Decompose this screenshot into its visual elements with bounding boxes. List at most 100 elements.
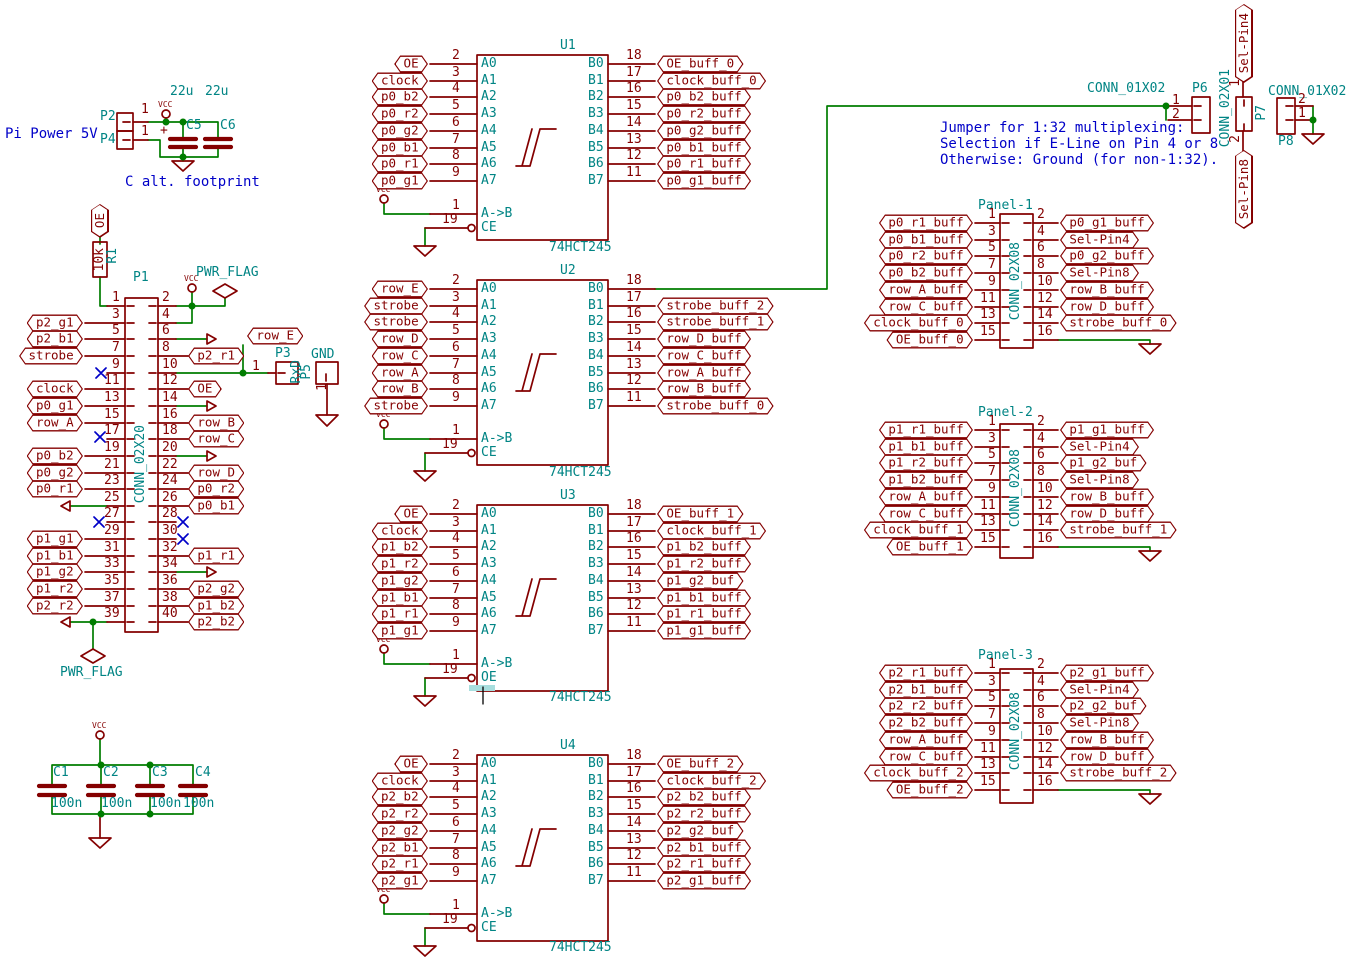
pin-name: B0 [588,282,604,295]
global-label: p1_g2_buf [1060,455,1147,472]
global-label-text: p1_r2 [373,557,427,571]
global-label: p2_b1_buff [657,840,751,857]
pin-number: 17 [626,66,642,79]
pin-number: 31 [104,541,120,554]
pin-number: 17 [626,766,642,779]
cap-ref: C3 [152,766,168,779]
global-label: row_C_buff [879,506,973,523]
cap-ref: C2 [103,766,119,779]
pin-name: A6 [481,857,497,870]
global-label: p1_r1_buff [657,606,751,623]
global-label: p1_g2 [372,573,428,590]
global-label-text: p0_r1_buff [658,157,749,171]
global-label-text: row_B [373,382,427,396]
pin-number: 11 [626,166,642,179]
pin-number: 14 [1037,758,1053,771]
ic-ref: U4 [560,739,576,752]
global-label-text: Sel-Pin4 [1061,233,1137,247]
connector-value: CONN_02X08 [1009,242,1022,320]
pin-number: 3 [452,766,460,779]
schematic-canvas[interactable]: Pi Power 5V C alt. footprint Jumper for … [0,0,1354,969]
pin-number: 15 [980,532,996,545]
global-label: strobe_buff_1 [1060,522,1177,539]
global-label: Sel-Pin4 [1060,682,1139,699]
connector-value: CONN_01X02 [1087,82,1165,95]
global-label-text: p0_r1 [28,482,82,496]
global-label: p2_r2_buff [657,806,751,823]
global-label: p2_g1 [372,873,428,890]
pin-number: 11 [626,391,642,404]
global-label-text: p0_g1 [28,399,82,413]
pin-number: 5 [452,799,460,812]
global-label-text: row_D_buff [1061,300,1152,314]
pin-number: 1 [988,658,996,671]
pin-number: 8 [452,374,460,387]
global-label: strobe [364,298,428,315]
global-label-text: row_C_buff [880,507,971,521]
pin-number: 15 [104,408,120,421]
pin-name: B6 [588,157,604,170]
global-label-text: OE [396,507,427,521]
global-label-text: clock [373,74,427,88]
global-label: p1_b2_buff [879,472,973,489]
global-label: p2_b2 [188,614,244,631]
pin-name: B2 [588,540,604,553]
pin-number: 32 [162,541,178,554]
pin-number: 7 [452,583,460,596]
pin-number: 24 [162,474,178,487]
pin-number: 12 [626,374,642,387]
cap-value: 100n [183,797,214,810]
connector-ref: P2 [100,110,116,123]
pin-name: A5 [481,366,497,379]
pin-number: 9 [452,866,460,879]
global-label: p2_r1_buff [879,665,973,682]
global-label-text: p2_g2_buf [1061,699,1145,713]
pin-number: 3 [452,516,460,529]
global-label-text: p2_r2_buff [880,699,971,713]
global-label: p0_b1_buff [657,140,751,157]
connector-ref: P4 [100,133,116,146]
global-label: row_D_buff [1060,506,1154,523]
global-label-text: p1_r1 [373,607,427,621]
global-label-text: strobe [365,299,426,313]
pin-name: B2 [588,90,604,103]
global-label-text: p1_r2_buff [658,557,749,571]
pin-number: 14 [1037,515,1053,528]
pin-number: 1 [452,899,460,912]
pin-number: 9 [452,391,460,404]
global-label-text: p2_r2 [28,599,82,613]
global-label: strobe_buff_2 [1060,765,1177,782]
global-label-text: p2_b2 [373,790,427,804]
global-label: row_A_buff [657,365,751,382]
global-label: p0_g2 [372,123,428,140]
global-label: p1_g1_buff [1060,422,1154,439]
global-label: p1_g1 [27,531,83,548]
global-label-text: row_B_buff [658,382,749,396]
pin-number: 3 [988,432,996,445]
ic-ref: U1 [560,39,576,52]
global-label: row_B_buff [1060,489,1154,506]
global-label: clock_buff_2 [864,765,973,782]
pin-number: 1 [112,291,120,304]
global-label-text: p1_g2 [28,565,82,579]
pin-number: 1 [1172,94,1180,107]
pin-bubble [468,925,475,932]
global-label: p0_g2 [27,465,83,482]
global-label-text: p0_b2 [28,449,82,463]
connector-ref: GND [311,348,334,361]
connector-value: CONN_02X20 [134,425,147,503]
connector-value: CONN_02X08 [1009,449,1022,527]
pin-bubble [468,450,475,457]
pin-number: 11 [980,292,996,305]
global-label: row_A [372,365,428,382]
global-label: strobe [364,314,428,331]
global-label-text: p2_r1 [373,857,427,871]
pin-number: 15 [626,799,642,812]
pin-name: B3 [588,332,604,345]
global-label-text: p2_b2_buff [658,790,749,804]
pwr-flag-label: PWR_FLAG [196,266,259,279]
global-label: p1_b1 [27,548,83,565]
pin-name: A0 [481,507,497,520]
pin-number: 3 [988,225,996,238]
pin-name: A2 [481,790,497,803]
